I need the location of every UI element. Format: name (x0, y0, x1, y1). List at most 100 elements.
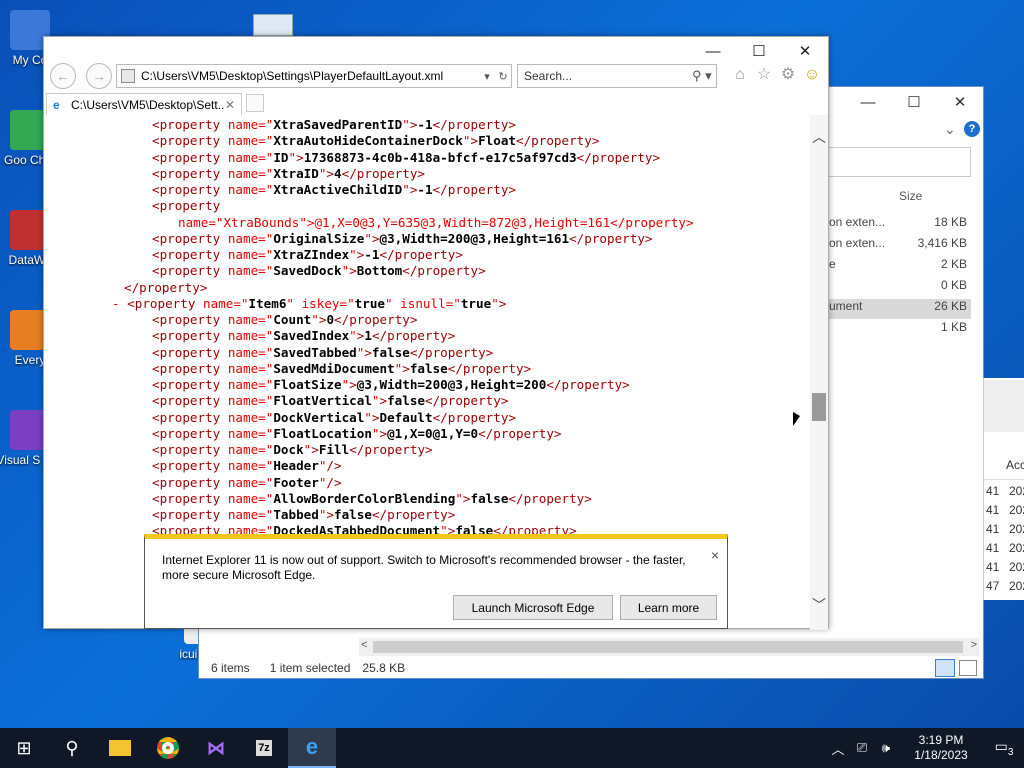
details-view-icon[interactable] (935, 659, 955, 677)
explorer-horizontal-scrollbar[interactable]: < > (359, 638, 979, 656)
ie-close-button[interactable]: ✕ (782, 37, 828, 65)
xml-punct: name=" (227, 442, 274, 457)
xml-punct: </property> (402, 263, 486, 279)
xml-line: <property name="XtraID">4</property> (152, 166, 425, 182)
favorites-star-icon[interactable]: ☆ (754, 65, 774, 85)
xml-punct: </property> (447, 360, 532, 376)
column-header-acc[interactable]: Acc (984, 458, 1024, 480)
scrollbar-thumb[interactable] (812, 393, 826, 421)
xml-line: <property name="XtraActiveChildID">-1</p… (152, 182, 516, 198)
file-row[interactable]: e 2 KB (829, 257, 971, 277)
xml-token: FloatSize (273, 377, 342, 392)
xml-punct: name=" (227, 312, 274, 327)
list-item[interactable]: 47 202 (984, 579, 1024, 598)
file-size: 3,416 KB (917, 236, 967, 250)
list-item[interactable]: 41 202 (984, 522, 1024, 541)
network-icon[interactable]: ⎚ (850, 740, 874, 756)
chevron-up-icon[interactable]: ︿ (826, 739, 850, 758)
xml-line: <property (152, 198, 220, 214)
background-window-fragment: Acc 41 202 41 202 41 202 41 202 41 202 47 202 (983, 378, 1024, 600)
xml-line: <property name="Count">0</property> (152, 312, 417, 328)
visual-studio-icon[interactable]: ⋈ (192, 728, 240, 768)
file-row[interactable]: on exten... 3,416 KB (829, 236, 971, 256)
back-button[interactable]: ← (50, 63, 76, 89)
file-row[interactable]: on exten... 18 KB (829, 215, 971, 235)
list-item[interactable]: 41 202 (984, 484, 1024, 503)
mouse-cursor-icon (793, 412, 800, 426)
learn-more-button[interactable]: Learn more (620, 595, 717, 620)
xml-punct: > (326, 507, 335, 522)
refresh-icon[interactable]: ↻ (495, 70, 511, 83)
file-row[interactable]: ument 26 KB (829, 299, 971, 319)
scroll-down-icon[interactable]: ﹀ (810, 595, 828, 615)
chrome-icon[interactable] (144, 728, 192, 768)
search-icon[interactable]: ⚲ ▾ (692, 68, 716, 84)
cell: 41 (986, 522, 1000, 536)
scroll-up-icon[interactable]: ︿ (810, 127, 828, 147)
settings-gear-icon[interactable]: ⚙ (778, 65, 798, 85)
scrollbar-thumb[interactable] (373, 641, 963, 653)
search-icon[interactable]: ⚲ (48, 728, 96, 768)
ie-maximize-button[interactable]: ☐ (736, 37, 782, 65)
column-header-size[interactable]: Size (899, 189, 922, 203)
xml-token: SavedMdiDocument (273, 360, 395, 376)
explorer-maximize-button[interactable]: ☐ (891, 87, 937, 117)
address-bar[interactable]: C:\Users\VM5\Desktop\Settings\PlayerDefa… (116, 64, 512, 88)
cell: 202 (1009, 560, 1024, 574)
xml-token: -1 (364, 247, 380, 262)
search-box[interactable]: Search... ⚲ ▾ (517, 64, 717, 88)
address-dropdown-icon[interactable]: ▾ (479, 70, 495, 83)
help-icon[interactable]: ? (964, 121, 980, 137)
vertical-scrollbar[interactable]: ︿ ﹀ (810, 115, 828, 630)
xml-token: @3,Width=200@3,Height=161 (379, 230, 570, 246)
notification-close-icon[interactable]: × (711, 547, 719, 563)
xml-token: Fill (318, 442, 350, 457)
list-item[interactable]: 41 202 (984, 503, 1024, 522)
7zip-icon[interactable]: 7z (240, 728, 288, 768)
large-icons-view-icon[interactable] (959, 660, 977, 676)
scroll-right-icon[interactable]: > (971, 639, 977, 651)
volume-icon[interactable]: 🕪 (874, 740, 898, 756)
xml-punct: name=" (227, 474, 274, 490)
xml-line: <property name="ID">17368873-4c0b-418a-b… (152, 150, 660, 166)
cell: 202 (1009, 522, 1024, 536)
xml-token: XtraID (273, 165, 319, 181)
xml-punct: </property> (569, 230, 653, 246)
desktop-icon-top[interactable] (253, 14, 293, 36)
xml-token: SavedTabbed (273, 344, 357, 360)
forward-button[interactable]: → (86, 63, 112, 89)
xml-line: </property> (124, 280, 207, 296)
new-tab-button[interactable] (246, 94, 264, 112)
cell: 41 (986, 484, 1000, 498)
clock[interactable]: 3:19 PM 1/18/2023 (898, 733, 984, 763)
feedback-smiley-icon[interactable]: ☺ (802, 65, 822, 85)
explorer-search-input[interactable] (827, 147, 971, 177)
ie-toolbar-icons: ⌂ ☆ ⚙ ☺ (730, 65, 822, 85)
search-input[interactable]: Search... (524, 69, 692, 83)
list-item[interactable]: 41 202 (984, 560, 1024, 579)
cell: 202 (1009, 579, 1024, 593)
file-row[interactable]: 1 KB (829, 320, 971, 340)
xml-token: FloatVertical (273, 393, 372, 409)
ie-minimize-button[interactable]: — (690, 37, 736, 65)
explorer-minimize-button[interactable]: — (845, 87, 891, 117)
chevron-down-icon[interactable]: ⌄ (944, 121, 956, 138)
list-item[interactable]: 41 202 (984, 541, 1024, 560)
home-icon[interactable]: ⌂ (730, 65, 750, 85)
file-size: 1 KB (940, 320, 967, 334)
file-size: 26 KB (934, 299, 967, 313)
ie-out-of-support-notification: Internet Explorer 11 is now out of suppo… (144, 534, 728, 629)
xml-token: @3,Width=200@3,Height=200 (356, 377, 547, 392)
tab-playerdefaultlayout[interactable]: e C:\Users\VM5\Desktop\Sett... ✕ (46, 93, 242, 115)
file-explorer-icon[interactable] (96, 728, 144, 768)
tab-close-icon[interactable]: ✕ (225, 98, 241, 112)
xml-punct: " (402, 117, 410, 132)
scroll-left-icon[interactable]: < (361, 639, 367, 651)
launch-edge-button[interactable]: Launch Microsoft Edge (453, 595, 613, 620)
address-text[interactable]: C:\Users\VM5\Desktop\Settings\PlayerDefa… (141, 69, 479, 83)
action-center-icon[interactable]: ▭3 (984, 738, 1024, 758)
explorer-close-button[interactable]: ✕ (937, 87, 983, 117)
internet-explorer-icon[interactable]: e (288, 728, 336, 768)
file-row[interactable]: 0 KB (829, 278, 971, 298)
start-windows-icon[interactable]: ⊞ (0, 728, 48, 768)
